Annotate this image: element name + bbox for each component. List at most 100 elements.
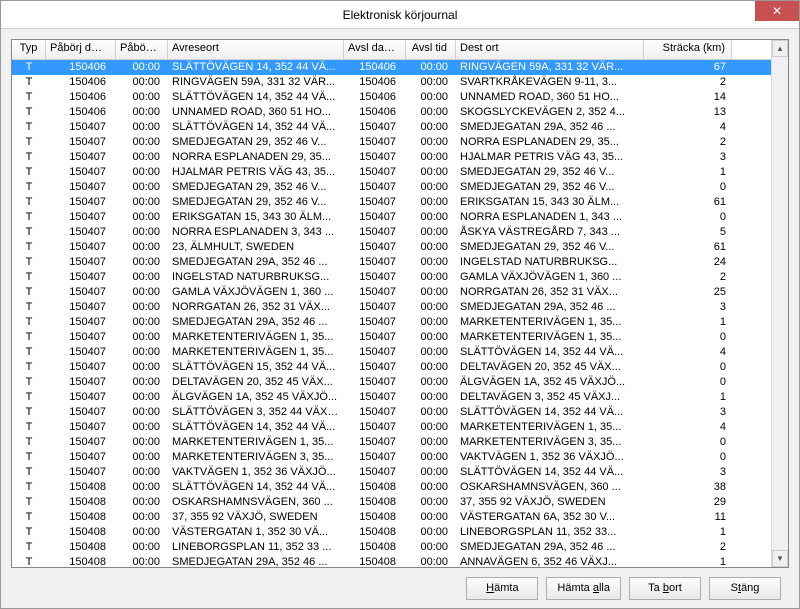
col-avreseort[interactable]: Avreseort bbox=[168, 40, 344, 59]
cell-dest: ANNAVÄGEN 6, 352 46 VÄXJ... bbox=[456, 555, 644, 567]
table-row[interactable]: T15040700:00SMEDJEGATAN 29, 352 46 V...1… bbox=[12, 135, 771, 150]
cell-pd: 150407 bbox=[46, 465, 116, 480]
cell-pd: 150406 bbox=[46, 105, 116, 120]
table-row[interactable]: T15040700:00ERIKSGATAN 15, 343 30 ÄLM...… bbox=[12, 210, 771, 225]
table-row[interactable]: T15040700:00MARKETENTERIVÄGEN 1, 35...15… bbox=[12, 345, 771, 360]
cell-typ: T bbox=[12, 480, 46, 495]
table-row[interactable]: T15040800:00VÄSTERGATAN 1, 352 30 VÄ...1… bbox=[12, 525, 771, 540]
table-row[interactable]: T15040700:00MARKETENTERIVÄGEN 3, 35...15… bbox=[12, 450, 771, 465]
table-row[interactable]: T15040700:00SLÄTTÖVÄGEN 15, 352 44 VÄ...… bbox=[12, 360, 771, 375]
table-row[interactable]: T15040700:00HJALMAR PETRIS VÄG 43, 35...… bbox=[12, 165, 771, 180]
stang-button[interactable]: Stäng bbox=[709, 577, 781, 600]
cell-typ: T bbox=[12, 75, 46, 90]
cell-at: 00:00 bbox=[406, 465, 456, 480]
close-button[interactable]: ✕ bbox=[755, 1, 799, 21]
cell-str: 0 bbox=[644, 180, 732, 195]
cell-avr: GAMLA VÄXJÖVÄGEN 1, 360 ... bbox=[168, 285, 344, 300]
table-row[interactable]: T15040700:00SLÄTTÖVÄGEN 14, 352 44 VÄ...… bbox=[12, 420, 771, 435]
table-row[interactable]: T15040700:0023, ÄLMHULT, SWEDEN15040700:… bbox=[12, 240, 771, 255]
cell-at: 00:00 bbox=[406, 75, 456, 90]
cell-at: 00:00 bbox=[406, 405, 456, 420]
cell-typ: T bbox=[12, 210, 46, 225]
table-row[interactable]: T15040700:00SMEDJEGATAN 29, 352 46 V...1… bbox=[12, 180, 771, 195]
cell-ad: 150407 bbox=[344, 360, 406, 375]
cell-pt: 00:00 bbox=[116, 555, 168, 567]
col-pabdat[interactable]: Påbörj datum bbox=[46, 40, 116, 59]
cell-at: 00:00 bbox=[406, 495, 456, 510]
table-row[interactable]: T15040700:00NORRA ESPLANADEN 3, 343 ...1… bbox=[12, 225, 771, 240]
col-stracka[interactable]: Sträcka (km) bbox=[644, 40, 732, 59]
cell-ad: 150408 bbox=[344, 540, 406, 555]
hamta-button[interactable]: Hämta bbox=[466, 577, 538, 600]
hamta-alla-button[interactable]: Hämta alla bbox=[546, 577, 621, 600]
table-row[interactable]: T15040700:00MARKETENTERIVÄGEN 1, 35...15… bbox=[12, 330, 771, 345]
table-row[interactable]: T15040600:00SLÄTTÖVÄGEN 14, 352 44 VÄ...… bbox=[12, 60, 771, 75]
col-avsldat[interactable]: Avsl datum bbox=[344, 40, 406, 59]
cell-dest: SVARTKRÅKEVÄGEN 9-11, 3... bbox=[456, 75, 644, 90]
table-row[interactable]: T15040700:00VAKTVÄGEN 1, 352 36 VÄXJÖ...… bbox=[12, 465, 771, 480]
col-avsltid[interactable]: Avsl tid bbox=[406, 40, 456, 59]
cell-typ: T bbox=[12, 510, 46, 525]
cell-str: 2 bbox=[644, 540, 732, 555]
table-row[interactable]: T15040700:00INGELSTAD NATURBRUKSG...1504… bbox=[12, 270, 771, 285]
cell-avr: SMEDJEGATAN 29, 352 46 V... bbox=[168, 180, 344, 195]
table-row[interactable]: T15040700:00SMEDJEGATAN 29A, 352 46 ...1… bbox=[12, 315, 771, 330]
cell-str: 0 bbox=[644, 435, 732, 450]
table-row[interactable]: T15040700:00ÄLGVÄGEN 1A, 352 45 VÄXJÖ...… bbox=[12, 390, 771, 405]
table-row[interactable]: T15040600:00SLÄTTÖVÄGEN 14, 352 44 VÄ...… bbox=[12, 90, 771, 105]
cell-str: 2 bbox=[644, 75, 732, 90]
table-row[interactable]: T15040700:00SLÄTTÖVÄGEN 14, 352 44 VÄ...… bbox=[12, 120, 771, 135]
cell-dest: SLÄTTÖVÄGEN 14, 352 44 VÄ... bbox=[456, 345, 644, 360]
scroll-track[interactable] bbox=[772, 57, 788, 550]
cell-pt: 00:00 bbox=[116, 120, 168, 135]
cell-ad: 150407 bbox=[344, 450, 406, 465]
data-grid[interactable]: Typ Påbörj datum Påbörj tid Avreseort Av… bbox=[12, 40, 771, 567]
table-row[interactable]: T15040700:00MARKETENTERIVÄGEN 1, 35...15… bbox=[12, 435, 771, 450]
cell-pd: 150407 bbox=[46, 375, 116, 390]
cell-pd: 150408 bbox=[46, 510, 116, 525]
ta-bort-button[interactable]: Ta bort bbox=[629, 577, 701, 600]
cell-str: 1 bbox=[644, 390, 732, 405]
table-row[interactable]: T15040700:00DELTAVÄGEN 20, 352 45 VÄX...… bbox=[12, 375, 771, 390]
table-row[interactable]: T15040800:00LINEBORGSPLAN 11, 352 33 ...… bbox=[12, 540, 771, 555]
table-row[interactable]: T15040800:00OSKARSHAMNSVÄGEN, 360 ...150… bbox=[12, 495, 771, 510]
table-row[interactable]: T15040700:00SLÄTTÖVÄGEN 3, 352 44 VÄXJ..… bbox=[12, 405, 771, 420]
col-destort[interactable]: Dest ort bbox=[456, 40, 644, 59]
scroll-down-button[interactable]: ▼ bbox=[772, 550, 788, 567]
table-row[interactable]: T15040800:00SMEDJEGATAN 29A, 352 46 ...1… bbox=[12, 555, 771, 567]
table-row[interactable]: T15040600:00RINGVÄGEN 59A, 331 32 VÄR...… bbox=[12, 75, 771, 90]
table-row[interactable]: T15040700:00GAMLA VÄXJÖVÄGEN 1, 360 ...1… bbox=[12, 285, 771, 300]
table-row[interactable]: T15040700:00NORRA ESPLANADEN 29, 35...15… bbox=[12, 150, 771, 165]
table-row[interactable]: T15040700:00SMEDJEGATAN 29, 352 46 V...1… bbox=[12, 195, 771, 210]
cell-dest: RINGVÄGEN 59A, 331 32 VÄR... bbox=[456, 60, 644, 75]
cell-pt: 00:00 bbox=[116, 480, 168, 495]
cell-pt: 00:00 bbox=[116, 390, 168, 405]
cell-pt: 00:00 bbox=[116, 150, 168, 165]
col-pabtid[interactable]: Påbörj tid bbox=[116, 40, 168, 59]
col-typ[interactable]: Typ bbox=[12, 40, 46, 59]
chevron-up-icon: ▲ bbox=[776, 44, 784, 53]
cell-at: 00:00 bbox=[406, 195, 456, 210]
cell-at: 00:00 bbox=[406, 165, 456, 180]
cell-at: 00:00 bbox=[406, 120, 456, 135]
grid-body[interactable]: T15040600:00SLÄTTÖVÄGEN 14, 352 44 VÄ...… bbox=[12, 60, 771, 567]
cell-avr: ERIKSGATAN 15, 343 30 ÄLM... bbox=[168, 210, 344, 225]
table-row[interactable]: T15040700:00NORRGATAN 26, 352 31 VÄX...1… bbox=[12, 300, 771, 315]
cell-typ: T bbox=[12, 180, 46, 195]
cell-typ: T bbox=[12, 375, 46, 390]
table-row[interactable]: T15040800:00SLÄTTÖVÄGEN 14, 352 44 VÄ...… bbox=[12, 480, 771, 495]
cell-typ: T bbox=[12, 525, 46, 540]
cell-at: 00:00 bbox=[406, 510, 456, 525]
cell-at: 00:00 bbox=[406, 255, 456, 270]
cell-at: 00:00 bbox=[406, 420, 456, 435]
cell-avr: SMEDJEGATAN 29A, 352 46 ... bbox=[168, 315, 344, 330]
table-row[interactable]: T15040600:00UNNAMED ROAD, 360 51 HO...15… bbox=[12, 105, 771, 120]
cell-dest: SMEDJEGATAN 29, 352 46 V... bbox=[456, 180, 644, 195]
table-row[interactable]: T15040700:00SMEDJEGATAN 29A, 352 46 ...1… bbox=[12, 255, 771, 270]
cell-avr: DELTAVÄGEN 20, 352 45 VÄX... bbox=[168, 375, 344, 390]
scroll-up-button[interactable]: ▲ bbox=[772, 40, 788, 57]
cell-pt: 00:00 bbox=[116, 345, 168, 360]
vertical-scrollbar[interactable]: ▲ ▼ bbox=[771, 40, 788, 567]
cell-dest: ERIKSGATAN 15, 343 30 ÄLM... bbox=[456, 195, 644, 210]
table-row[interactable]: T15040800:0037, 355 92 VÄXJÖ, SWEDEN1504… bbox=[12, 510, 771, 525]
